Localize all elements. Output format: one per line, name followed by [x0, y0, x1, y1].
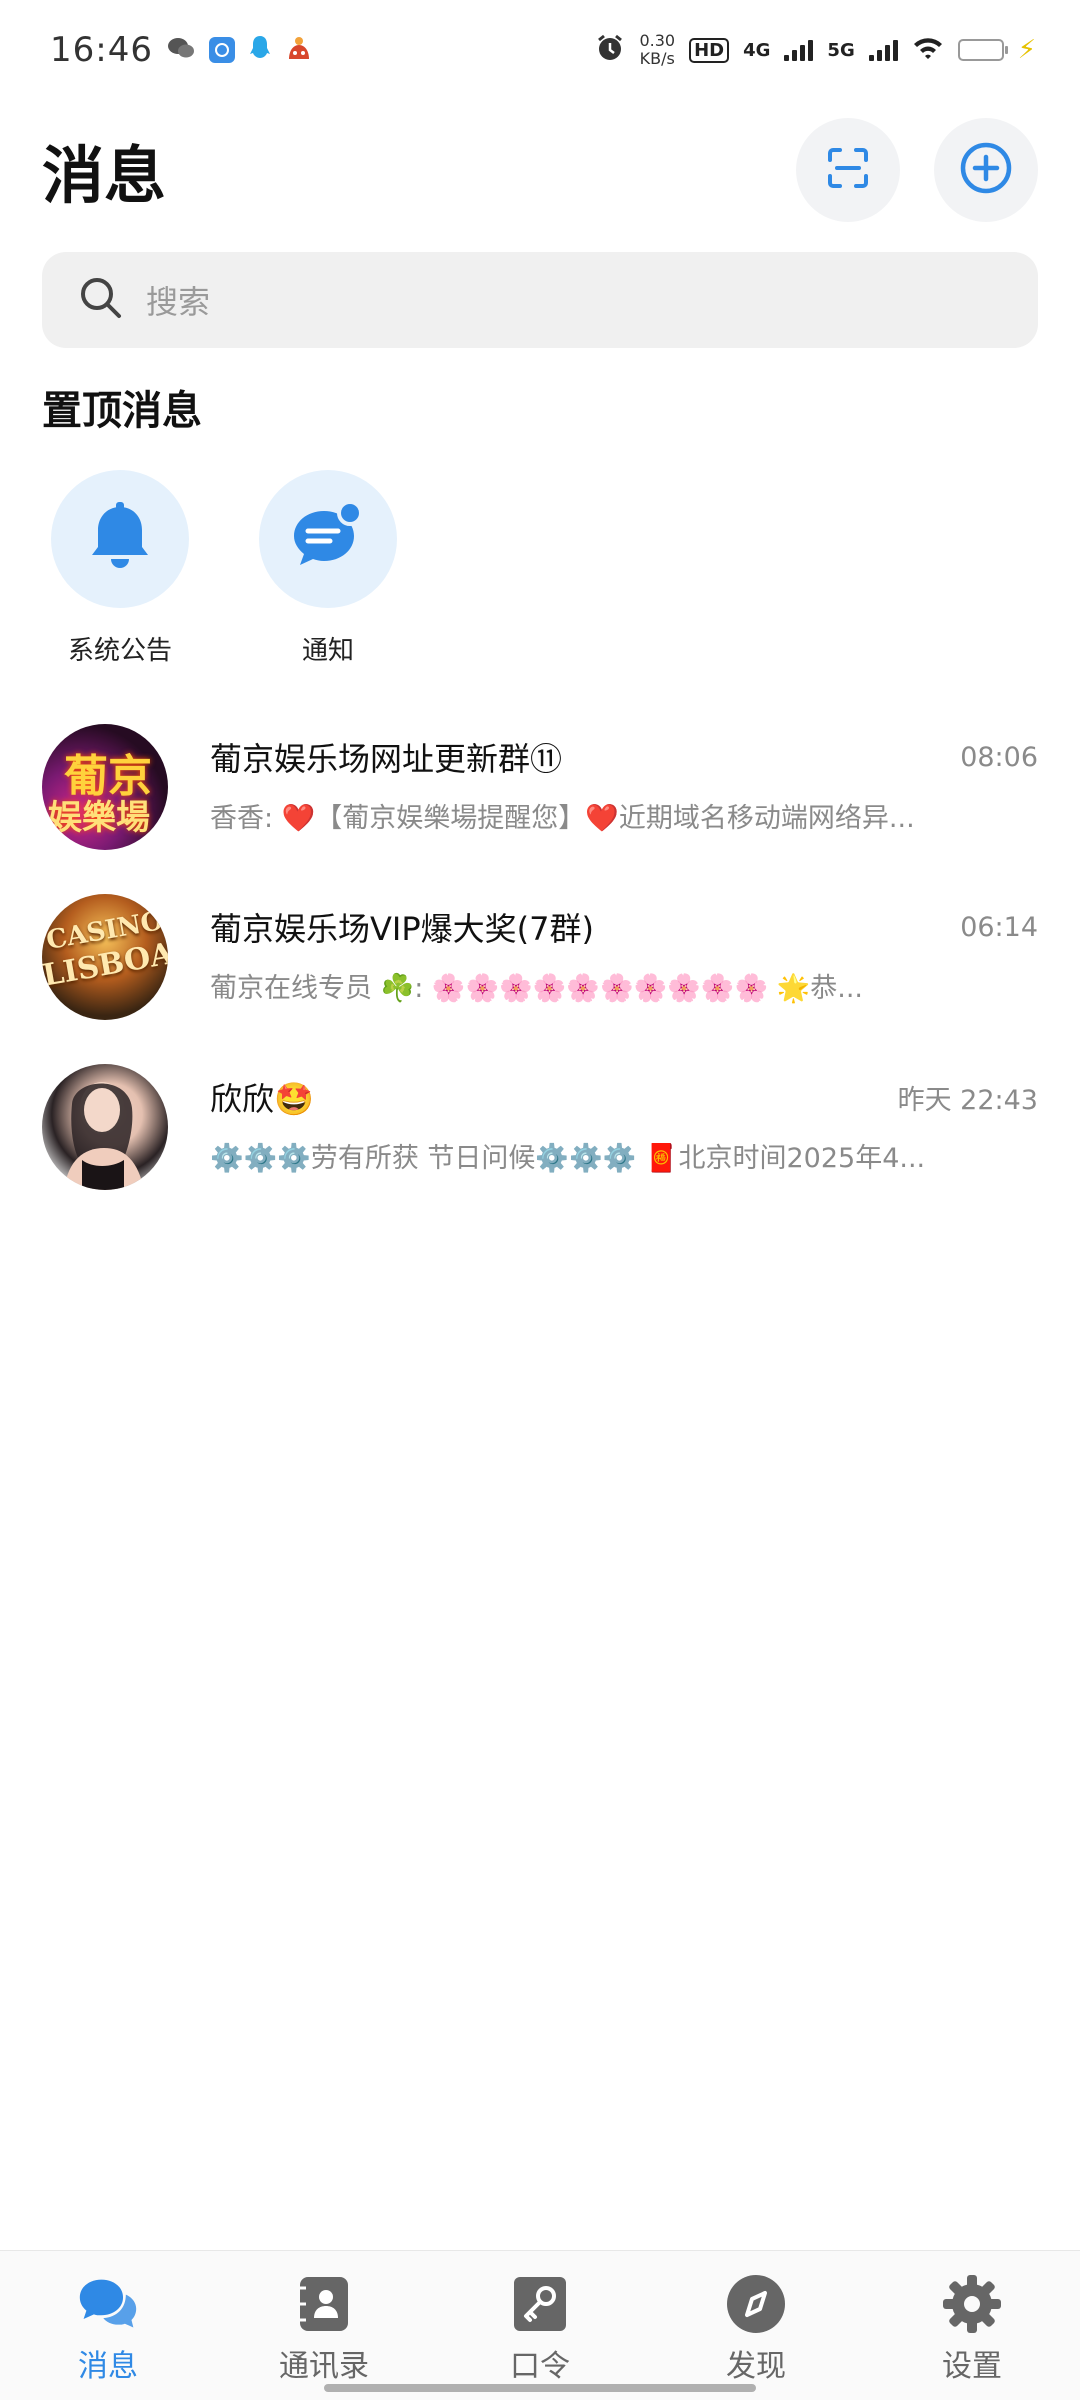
nav-label: 发现: [726, 2349, 786, 2384]
scan-button[interactable]: [796, 118, 900, 222]
nav-item-messages[interactable]: 消息: [18, 2273, 198, 2400]
page-title: 消息: [42, 139, 167, 212]
conversation-body: 葡京娱乐场VIP爆大奖(7群) 06:14 葡京在线专员 ☘️: 🌸🌸🌸🌸🌸🌸🌸…: [210, 902, 1038, 1006]
conversation-header: 欣欣🤩 昨天 22:43: [210, 1072, 1038, 1122]
conversation-preview: 香香: ❤️【葡京娱樂場提醒您】❤️近期域名移动端网络异...: [210, 803, 915, 834]
hd-badge: HD: [689, 37, 730, 63]
wechat-icon: [167, 36, 195, 64]
person-photo: [64, 1082, 144, 1190]
net-speed-value: 0.30: [639, 31, 676, 50]
search-placeholder: 搜索: [146, 283, 211, 321]
avatar: CASINO LISBOA: [42, 894, 168, 1020]
nav-item-contacts[interactable]: 通讯录: [234, 2273, 414, 2400]
conversation-name: 欣欣🤩: [210, 1080, 314, 1118]
search-input[interactable]: 搜索: [42, 252, 1038, 348]
bell-icon: [82, 499, 158, 579]
signal-bars-2: [868, 39, 898, 61]
key-icon: [509, 2273, 571, 2335]
conversation-header: 葡京娱乐场网址更新群⑪ 08:06: [210, 732, 1038, 782]
compass-icon: [725, 2273, 787, 2335]
contacts-book-icon: [293, 2273, 355, 2335]
signal-bars-1: [784, 39, 814, 61]
conversation-item[interactable]: 欣欣🤩 昨天 22:43 ⚙️⚙️⚙️劳有所获 节日问候⚙️⚙️⚙️ 🧧北京时间…: [0, 1042, 1080, 1212]
status-right: 0.30 KB/s HD 4G 5G ⚡: [595, 32, 1036, 68]
add-button[interactable]: [934, 118, 1038, 222]
wifi-icon: [912, 35, 944, 65]
conversation-name: 葡京娱乐场VIP爆大奖(7群): [210, 910, 594, 948]
pinned-icon-circle: [259, 470, 397, 608]
game-icon: [285, 35, 313, 65]
status-left: 16:46: [50, 30, 313, 70]
notification-chat-icon: [288, 499, 368, 579]
pinned-icon-circle: [51, 470, 189, 608]
gear-icon: [941, 2273, 1003, 2335]
conversation-time: 08:06: [960, 741, 1038, 773]
conversation-body: 葡京娱乐场网址更新群⑪ 08:06 香香: ❤️【葡京娱樂場提醒您】❤️近期域名…: [210, 732, 1038, 836]
signal-4g-label: 4G: [743, 39, 771, 61]
avatar: 葡京 娱樂場: [42, 724, 168, 850]
nav-item-discover[interactable]: 发现: [666, 2273, 846, 2400]
conversation-list: 葡京 娱樂場 葡京娱乐场网址更新群⑪ 08:06 香香: ❤️【葡京娱樂場提醒您…: [0, 702, 1080, 1212]
header-actions: [796, 118, 1038, 222]
pinned-label: 通知: [301, 636, 354, 666]
pinned-list: 系统公告 通知: [42, 470, 406, 667]
plus-circle-icon: [959, 141, 1013, 199]
avatar-text: 娱樂場: [48, 798, 150, 838]
messages-screen: 16:46 0.30 KB/s HD 4G 5G ⚡ 消息 搜索 置顶消息 系统…: [0, 0, 1080, 2400]
net-speed-unit: KB/s: [639, 49, 675, 68]
conversation-header: 葡京娱乐场VIP爆大奖(7群) 06:14: [210, 902, 1038, 952]
battery-icon: [957, 39, 1008, 61]
avatar: [42, 1064, 168, 1190]
status-time: 16:46: [50, 30, 153, 70]
app-icon: [208, 37, 235, 63]
bottom-nav: 消息 通讯录 口令 发现 设置: [0, 2250, 1080, 2400]
header: 消息: [42, 118, 1038, 222]
qq-icon: [249, 35, 271, 65]
conversation-body: 欣欣🤩 昨天 22:43 ⚙️⚙️⚙️劳有所获 节日问候⚙️⚙️⚙️ 🧧北京时间…: [210, 1072, 1038, 1176]
nav-item-settings[interactable]: 设置: [882, 2273, 1062, 2400]
conversation-preview: ⚙️⚙️⚙️劳有所获 节日问候⚙️⚙️⚙️ 🧧北京时间2025年4...: [210, 1143, 926, 1174]
nav-label: 消息: [78, 2349, 138, 2384]
conversation-item[interactable]: 葡京 娱樂場 葡京娱乐场网址更新群⑪ 08:06 香香: ❤️【葡京娱樂場提醒您…: [0, 702, 1080, 872]
net-speed: 0.30 KB/s: [639, 32, 675, 68]
signal-5g-label: 5G: [827, 39, 855, 61]
nav-item-password[interactable]: 口令: [450, 2273, 630, 2400]
conversation-time: 昨天 22:43: [897, 1084, 1038, 1116]
alarm-icon: [595, 33, 625, 67]
status-bar: 16:46 0.30 KB/s HD 4G 5G ⚡: [0, 0, 1080, 100]
pinned-item-system-announcement[interactable]: 系统公告: [42, 470, 198, 667]
conversation-time: 06:14: [960, 911, 1038, 943]
nav-label: 通讯录: [279, 2349, 369, 2384]
charging-icon: ⚡: [1017, 35, 1036, 65]
conversation-item[interactable]: CASINO LISBOA 葡京娱乐场VIP爆大奖(7群) 06:14 葡京在线…: [0, 872, 1080, 1042]
nav-label: 口令: [510, 2349, 570, 2384]
scan-icon: [824, 144, 872, 196]
search-icon: [78, 275, 124, 325]
home-indicator[interactable]: [324, 2384, 756, 2392]
nav-label: 设置: [942, 2349, 1002, 2384]
pinned-section-title: 置顶消息: [42, 388, 202, 434]
conversation-name: 葡京娱乐场网址更新群⑪: [210, 740, 563, 778]
conversation-preview: 葡京在线专员 ☘️: 🌸🌸🌸🌸🌸🌸🌸🌸🌸🌸 🌟恭...: [210, 973, 864, 1004]
pinned-label: 系统公告: [67, 636, 172, 666]
chat-bubbles-icon: [77, 2273, 139, 2335]
pinned-item-notification[interactable]: 通知: [250, 470, 406, 667]
